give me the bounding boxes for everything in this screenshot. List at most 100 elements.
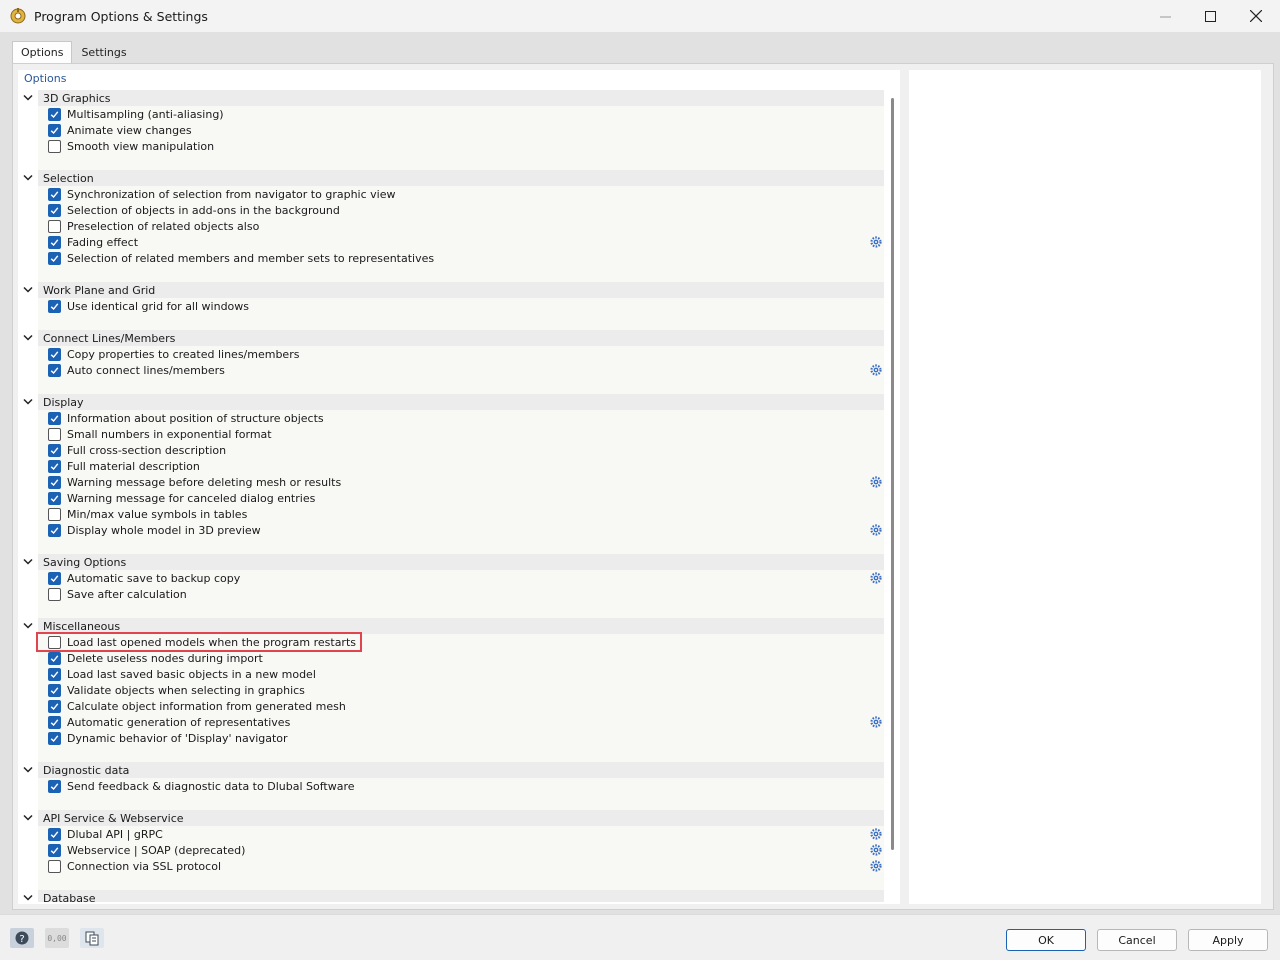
option-row[interactable]: Automatic save to backup copy (38, 570, 884, 586)
chevron-down-icon[interactable] (18, 90, 38, 106)
option-checkbox[interactable] (48, 651, 61, 665)
chevron-down-icon[interactable] (18, 282, 38, 298)
group-header[interactable]: Connect Lines/Members (18, 330, 884, 346)
option-checkbox[interactable] (48, 475, 61, 489)
help-button[interactable]: ? (10, 928, 34, 948)
tab-options[interactable]: Options (12, 41, 73, 64)
option-row[interactable]: Warning message before deleting mesh or … (38, 474, 884, 490)
option-checkbox[interactable] (48, 523, 61, 537)
option-row[interactable]: Selection of related members and member … (38, 250, 884, 266)
option-checkbox[interactable] (48, 779, 61, 793)
option-checkbox[interactable] (48, 427, 61, 441)
option-checkbox[interactable] (48, 443, 61, 457)
option-row[interactable]: Smooth view manipulation (38, 138, 884, 154)
gear-icon[interactable] (870, 860, 882, 872)
option-row[interactable]: Copy properties to created lines/members (38, 346, 884, 362)
option-row[interactable]: Information about position of structure … (38, 410, 884, 426)
gear-icon[interactable] (870, 476, 882, 488)
option-checkbox[interactable] (48, 731, 61, 745)
option-row[interactable]: Dynamic behavior of 'Display' navigator (38, 730, 884, 746)
option-checkbox[interactable] (48, 459, 61, 473)
option-row[interactable]: Connection via SSL protocol (38, 858, 884, 874)
option-checkbox[interactable] (48, 715, 61, 729)
option-row[interactable]: Send feedback & diagnostic data to Dluba… (38, 778, 884, 794)
option-row[interactable]: Min/max value symbols in tables (38, 506, 884, 522)
option-checkbox[interactable] (48, 683, 61, 697)
gear-icon[interactable] (870, 572, 882, 584)
option-checkbox[interactable] (48, 411, 61, 425)
option-row[interactable]: Full material description (38, 458, 884, 474)
option-checkbox[interactable] (48, 827, 61, 841)
gear-icon[interactable] (870, 716, 882, 728)
option-checkbox[interactable] (48, 571, 61, 585)
ok-button[interactable]: OK (1006, 929, 1086, 951)
option-checkbox[interactable] (48, 187, 61, 201)
option-checkbox[interactable] (48, 139, 61, 153)
option-row[interactable]: Load last saved basic objects in a new m… (38, 666, 884, 682)
group-header[interactable]: 3D Graphics (18, 90, 884, 106)
option-checkbox[interactable] (48, 859, 61, 873)
apply-button[interactable]: Apply (1188, 929, 1268, 951)
chevron-down-icon[interactable] (18, 330, 38, 346)
option-row[interactable]: Use identical grid for all windows (38, 298, 884, 314)
option-checkbox[interactable] (48, 843, 61, 857)
option-row[interactable]: Full cross-section description (38, 442, 884, 458)
minimize-button[interactable] (1142, 0, 1188, 32)
maximize-button[interactable] (1187, 0, 1233, 32)
chevron-down-icon[interactable] (18, 554, 38, 570)
gear-icon[interactable] (870, 524, 882, 536)
option-row[interactable]: Validate objects when selecting in graph… (38, 682, 884, 698)
option-row[interactable]: Webservice | SOAP (deprecated) (38, 842, 884, 858)
option-checkbox[interactable] (48, 635, 61, 649)
option-row[interactable]: Warning message for canceled dialog entr… (38, 490, 884, 506)
option-checkbox[interactable] (48, 251, 61, 265)
copy-settings-button[interactable] (80, 928, 104, 948)
option-checkbox[interactable] (48, 235, 61, 249)
gear-icon[interactable] (870, 828, 882, 840)
option-checkbox[interactable] (48, 667, 61, 681)
option-row[interactable]: Preselection of related objects also (38, 218, 884, 234)
chevron-down-icon[interactable] (18, 810, 38, 826)
group-header[interactable]: Miscellaneous (18, 618, 884, 634)
chevron-down-icon[interactable] (18, 762, 38, 778)
units-button[interactable]: 0,00 (45, 928, 69, 948)
option-row[interactable]: Auto connect lines/members (38, 362, 884, 378)
option-checkbox[interactable] (48, 299, 61, 313)
option-row[interactable]: Save after calculation (38, 586, 884, 602)
close-button[interactable] (1233, 0, 1279, 32)
option-checkbox[interactable] (48, 491, 61, 505)
group-header[interactable]: Saving Options (18, 554, 884, 570)
option-checkbox[interactable] (48, 699, 61, 713)
gear-icon[interactable] (870, 364, 882, 376)
chevron-down-icon[interactable] (18, 618, 38, 634)
group-header[interactable]: API Service & Webservice (18, 810, 884, 826)
option-row[interactable]: Fading effect (38, 234, 884, 250)
option-row[interactable]: Display whole model in 3D preview (38, 522, 884, 538)
option-row[interactable]: Synchronization of selection from naviga… (38, 186, 884, 202)
group-header[interactable]: Database (18, 890, 884, 902)
option-checkbox[interactable] (48, 123, 61, 137)
group-header[interactable]: Diagnostic data (18, 762, 884, 778)
option-checkbox[interactable] (48, 347, 61, 361)
option-row[interactable]: Small numbers in exponential format (38, 426, 884, 442)
vertical-scrollbar[interactable] (891, 98, 894, 850)
chevron-down-icon[interactable] (18, 170, 38, 186)
chevron-down-icon[interactable] (18, 394, 38, 410)
option-checkbox[interactable] (48, 219, 61, 233)
group-header[interactable]: Display (18, 394, 884, 410)
chevron-down-icon[interactable] (18, 890, 38, 902)
option-checkbox[interactable] (48, 507, 61, 521)
option-row[interactable]: Load last opened models when the program… (35, 632, 884, 652)
option-row[interactable]: Selection of objects in add-ons in the b… (38, 202, 884, 218)
option-checkbox[interactable] (48, 203, 61, 217)
option-row[interactable]: Calculate object information from genera… (38, 698, 884, 714)
option-row[interactable]: Delete useless nodes during import (38, 650, 884, 666)
option-row[interactable]: Multisampling (anti-aliasing) (38, 106, 884, 122)
group-header[interactable]: Selection (18, 170, 884, 186)
option-row[interactable]: Automatic generation of representatives (38, 714, 884, 730)
option-row[interactable]: Animate view changes (38, 122, 884, 138)
tab-settings[interactable]: Settings (72, 41, 135, 63)
option-checkbox[interactable] (48, 107, 61, 121)
option-checkbox[interactable] (48, 363, 61, 377)
group-header[interactable]: Work Plane and Grid (18, 282, 884, 298)
